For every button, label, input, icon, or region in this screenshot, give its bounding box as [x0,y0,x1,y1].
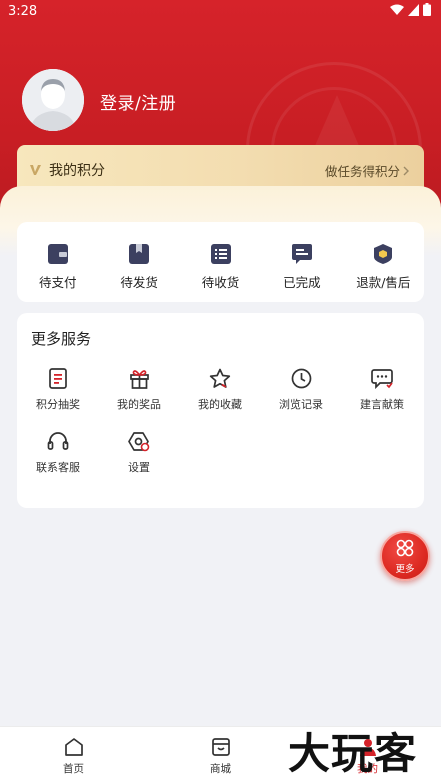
order-refund-aftersale[interactable]: 退款/售后 [343,222,424,302]
headset-icon [47,432,69,450]
order-label: 退款/售后 [356,275,411,290]
tab-home[interactable]: 首页 [0,727,147,784]
service-points-lottery[interactable]: 积分抽奖 [17,368,99,412]
store-icon [211,738,230,756]
avatar[interactable] [22,69,84,131]
list-icon [210,244,231,264]
box-icon [129,244,150,264]
floating-more-label: 更多 [395,564,415,575]
battery-icon [423,3,431,16]
order-pending-shipment[interactable]: 待发货 [98,222,179,302]
service-suggestions[interactable]: 建言献策 [341,368,423,412]
star-icon [209,368,231,388]
service-label: 设置 [128,461,150,474]
service-label: 积分抽奖 [36,398,80,411]
services-title: 更多服务 [31,330,92,348]
service-label: 我的奖品 [117,398,161,411]
order-status-card: 待支付 待发货 待收货 已完成 退款/售后 [17,222,424,302]
floating-more-button[interactable]: 更多 [380,531,430,581]
order-completed[interactable]: 已完成 [261,222,342,302]
status-bar: 3:28 [0,0,441,24]
gift-icon [129,370,149,389]
message-icon [371,369,393,389]
tab-mall[interactable]: 商城 [147,727,294,784]
service-customer-support[interactable]: 联系客服 [17,431,99,475]
more-services-card: 更多服务 积分抽奖 我的奖品 我的收藏 浏览记录 建言献策 联系客服 设置 [17,313,424,508]
status-time: 3:28 [8,4,38,19]
order-label: 待支付 [38,275,77,290]
order-pending-payment[interactable]: 待支付 [17,222,98,302]
shield-icon [374,244,393,264]
wifi-icon [390,4,404,15]
service-my-favorites[interactable]: 我的收藏 [179,368,261,412]
earn-points-text: 做任务得积分 [324,164,400,179]
clover-icon [396,539,414,557]
earn-points-link[interactable]: 做任务得积分 [325,161,410,180]
order-label: 待收货 [201,275,240,290]
service-label: 联系客服 [36,461,80,474]
points-badge-icon [30,165,41,175]
clock-icon [291,368,311,389]
service-label: 我的收藏 [198,398,242,411]
home-icon [64,738,83,756]
settings-icon [128,432,150,452]
order-label: 已完成 [283,275,321,290]
default-avatar-icon [22,69,84,131]
completed-icon [291,244,312,264]
service-label: 浏览记录 [279,398,323,411]
service-settings[interactable]: 设置 [98,431,180,475]
document-icon [49,368,67,389]
order-label: 待发货 [120,275,158,290]
chevron-right-icon [403,166,409,175]
order-pending-receipt[interactable]: 待收货 [180,222,261,302]
service-label: 建言献策 [360,398,404,411]
service-browse-history[interactable]: 浏览记录 [260,368,342,412]
tab-label: 首页 [63,763,84,775]
wallet-icon [47,244,68,264]
site-watermark: 大玩客 [288,729,418,778]
tab-label: 商城 [210,763,231,775]
login-register-link[interactable]: 登录/注册 [100,89,176,114]
service-my-prizes[interactable]: 我的奖品 [98,368,180,412]
points-label: 我的积分 [49,163,105,179]
signal-icon [408,3,419,16]
